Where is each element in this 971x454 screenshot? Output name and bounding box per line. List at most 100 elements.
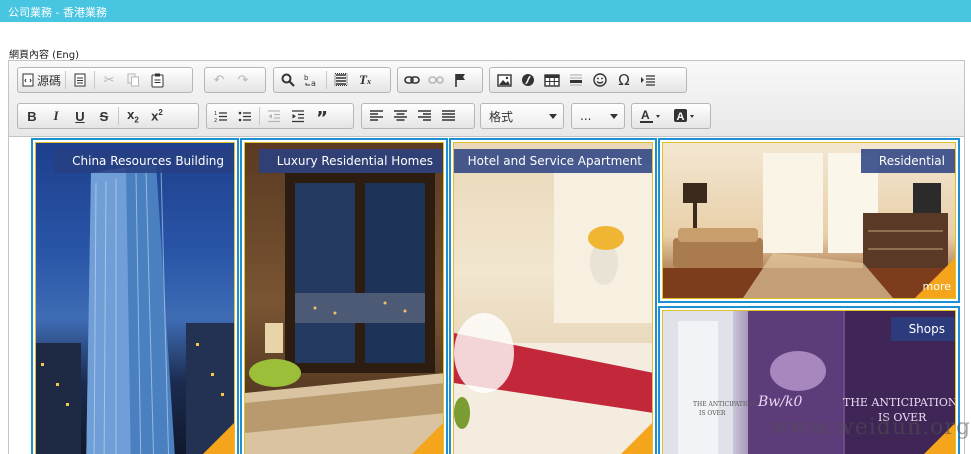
bedroom-photo xyxy=(245,173,443,454)
text-color-icon: A xyxy=(640,109,660,123)
cut-icon: ✂ xyxy=(103,72,115,88)
tile-image: China Resources Building more xyxy=(35,142,235,454)
text-color-button[interactable]: A xyxy=(634,105,668,127)
superscript-button[interactable]: x2 xyxy=(145,105,169,127)
rich-text-editor[interactable]: 源碼 ✂ ↶ ↷ ba Tx Ω B I U S x2 x2 1 2 ” 格式 … xyxy=(8,60,965,454)
replace-button[interactable]: ba xyxy=(300,69,324,91)
font-size-select-value: ... xyxy=(580,109,592,123)
align-justify-button[interactable] xyxy=(436,105,460,127)
svg-text:a: a xyxy=(311,79,316,87)
toolbar-group-document: 源碼 ✂ xyxy=(17,67,193,93)
strikethrough-icon: S xyxy=(99,108,109,124)
watermark: www.weidun.org xyxy=(770,415,971,440)
search-icon xyxy=(281,73,295,87)
link-button[interactable] xyxy=(400,69,424,91)
italic-button[interactable]: I xyxy=(44,105,68,127)
content-field-label: 網頁內容 (Eng) xyxy=(9,50,79,61)
cut-button[interactable]: ✂ xyxy=(97,69,121,91)
undo-button[interactable]: ↶ xyxy=(207,69,231,91)
separator xyxy=(94,71,96,89)
header-bar: 公司業務 - 香港業務 xyxy=(0,0,971,22)
background-color-button[interactable]: A xyxy=(668,105,702,127)
table-button[interactable] xyxy=(540,69,564,91)
blockquote-button[interactable]: ” xyxy=(310,105,334,129)
bold-button[interactable]: B xyxy=(20,105,44,127)
source-button-label: 源碼 xyxy=(37,73,62,88)
outdent-button[interactable] xyxy=(262,105,286,127)
svg-text:b: b xyxy=(304,74,309,82)
svg-text:A: A xyxy=(677,111,685,123)
redo-icon: ↷ xyxy=(237,72,249,88)
strikethrough-button[interactable]: S xyxy=(92,105,116,127)
flash-icon xyxy=(522,74,534,86)
table-icon xyxy=(544,73,560,87)
paste-button[interactable] xyxy=(145,69,169,91)
indent-button[interactable] xyxy=(286,105,310,127)
svg-text:2: 2 xyxy=(214,118,217,123)
svg-text:1: 1 xyxy=(214,111,217,117)
page-break-button[interactable] xyxy=(636,69,660,91)
source-button[interactable]: 源碼 xyxy=(20,69,63,91)
tile-image: Residential more xyxy=(662,142,956,299)
tile-caption: Residential xyxy=(860,149,955,173)
numbered-list-icon: 12 xyxy=(214,111,227,123)
redo-button[interactable]: ↷ xyxy=(231,69,255,91)
more-link[interactable]: more xyxy=(923,280,952,293)
tile-residential[interactable]: Residential more xyxy=(658,138,960,303)
remove-format-button[interactable]: Tx xyxy=(353,69,377,91)
editor-content-area[interactable]: China Resources Building more xyxy=(9,138,964,454)
tile-china-resources-building[interactable]: China Resources Building more xyxy=(31,138,239,454)
new-page-icon xyxy=(74,73,86,87)
skyscraper-photo xyxy=(36,163,234,454)
align-center-icon xyxy=(393,110,407,121)
font-size-select[interactable]: ... xyxy=(571,103,625,129)
align-center-button[interactable] xyxy=(388,105,412,127)
unlink-button[interactable] xyxy=(424,69,448,91)
bold-icon: B xyxy=(27,108,37,124)
smiley-button[interactable] xyxy=(588,69,612,91)
special-char-button[interactable]: Ω xyxy=(612,69,636,91)
copy-icon xyxy=(127,73,139,87)
tile-caption: Hotel and Service Apartment xyxy=(454,149,652,173)
flash-button[interactable] xyxy=(516,69,540,91)
bulleted-list-button[interactable] xyxy=(233,105,257,127)
select-all-button[interactable] xyxy=(329,69,353,91)
numbered-list-button[interactable]: 12 xyxy=(209,105,233,127)
page-title: 公司業務 - 香港業務 xyxy=(8,6,107,19)
undo-icon: ↶ xyxy=(213,72,225,88)
format-select[interactable]: 格式 xyxy=(480,103,564,129)
find-button[interactable] xyxy=(276,69,300,91)
tile-luxury-residential-homes[interactable]: Luxury Residential Homes more xyxy=(240,138,448,454)
align-left-button[interactable] xyxy=(364,105,388,127)
separator xyxy=(65,71,67,89)
tile-image: Luxury Residential Homes more xyxy=(244,142,444,454)
chevron-down-icon xyxy=(610,114,618,119)
superscript-icon: x2 xyxy=(151,108,163,124)
svg-text:A: A xyxy=(641,109,650,122)
tile-image: Hotel and Service Apartment more xyxy=(453,142,653,454)
underline-button[interactable]: U xyxy=(68,105,92,127)
toolbar-group-insert: Ω xyxy=(489,67,687,93)
unlink-icon xyxy=(428,76,444,84)
copy-button[interactable] xyxy=(121,69,145,91)
horizontal-rule-button[interactable] xyxy=(564,69,588,91)
tile-hotel-and-service-apartment[interactable]: Hotel and Service Apartment more xyxy=(449,138,657,454)
image-button[interactable] xyxy=(492,69,516,91)
align-right-button[interactable] xyxy=(412,105,436,127)
outdent-icon xyxy=(268,109,280,122)
svg-text:Bw/k0: Bw/k0 xyxy=(757,394,802,410)
corner-ribbon xyxy=(612,423,652,454)
svg-text:THE ANTICIPATION: THE ANTICIPATION xyxy=(843,396,956,409)
svg-text:IS OVER: IS OVER xyxy=(699,410,726,417)
underline-icon: U xyxy=(75,108,85,124)
toolbar-group-find: ba Tx xyxy=(273,67,391,93)
new-page-button[interactable] xyxy=(68,69,92,91)
anchor-button[interactable] xyxy=(448,69,472,91)
subscript-icon: x2 xyxy=(127,107,139,125)
quote-icon: ” xyxy=(316,108,328,129)
hotel-room-photo xyxy=(454,163,652,454)
horizontal-rule-icon xyxy=(570,74,582,86)
subscript-button[interactable]: x2 xyxy=(121,105,145,127)
toolbar-group-undo: ↶ ↷ xyxy=(204,67,266,93)
indent-icon xyxy=(292,109,304,122)
